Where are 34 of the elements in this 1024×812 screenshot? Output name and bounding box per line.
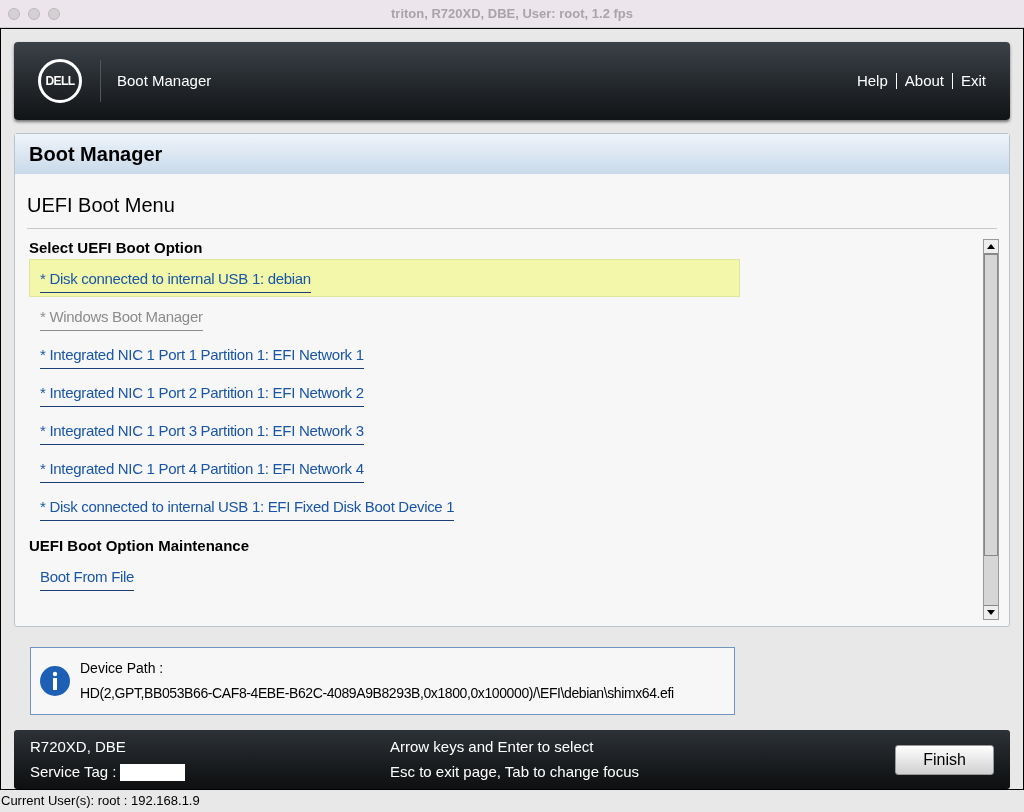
boot-option-row[interactable]: * Integrated NIC 1 Port 4 Partition 1: EFI Network 4 xyxy=(29,449,740,488)
device-path-label: Device Path : xyxy=(80,659,165,678)
key-hint: Arrow keys and Enter to select xyxy=(390,736,595,757)
app-title: Boot Manager xyxy=(117,70,212,91)
boot-option-row[interactable]: * Integrated NIC 1 Port 1 Partition 1: EFI Network 1 xyxy=(29,335,740,374)
scroll-thumb[interactable] xyxy=(984,254,998,557)
window-title: triton, R720XD, DBE, User: root, 1.2 fps xyxy=(391,4,633,23)
boot-option-row[interactable]: * Integrated NIC 1 Port 2 Partition 1: EFI Network 2 xyxy=(29,373,740,412)
boot-option-row[interactable]: * Disk connected to internal USB 1: debian xyxy=(29,259,740,298)
service-tag-value xyxy=(120,763,186,781)
boot-option-row[interactable]: Boot From File xyxy=(29,557,740,596)
info-icon xyxy=(39,665,71,697)
device-path-value: HD(2,GPT,BB053B66-CAF8-4EBE-B62C-4089A9B8293B,0x1800,0x100000)/\EFI\debian\shimx64.efi xyxy=(80,684,674,703)
page-title: Boot Manager xyxy=(15,134,1009,175)
section-heading: Select UEFI Boot Option xyxy=(29,237,204,258)
finish-button[interactable]: Finish xyxy=(895,744,994,775)
scroll-down-icon[interactable] xyxy=(987,609,995,615)
key-hint: Esc to exit page, Tab to change focus xyxy=(390,762,640,783)
minimize-window-icon[interactable] xyxy=(28,7,40,20)
menu-title: UEFI Boot Menu xyxy=(27,190,997,230)
service-tag-label: Service Tag : xyxy=(30,762,117,783)
system-model: R720XD, DBE xyxy=(30,736,127,757)
scroll-up-icon[interactable] xyxy=(987,244,995,250)
close-window-icon[interactable] xyxy=(8,7,20,20)
status-text: Current User(s): root : 192.168.1.9 xyxy=(1,792,200,811)
zoom-window-icon[interactable] xyxy=(48,7,60,20)
dell-logo: DELL xyxy=(38,59,82,104)
boot-option-row[interactable]: * Disk connected to internal USB 1: EFI Fixed Disk Boot Device 1 xyxy=(29,487,740,526)
boot-option-row[interactable]: * Integrated NIC 1 Port 3 Partition 1: EFI Network 3 xyxy=(29,411,740,450)
header-link[interactable]: Exit xyxy=(961,69,986,93)
scrollbar[interactable] xyxy=(983,239,999,620)
header-link[interactable]: Help xyxy=(856,69,888,93)
header-link[interactable]: About xyxy=(904,69,944,93)
section-heading: UEFI Boot Option Maintenance xyxy=(29,535,250,556)
